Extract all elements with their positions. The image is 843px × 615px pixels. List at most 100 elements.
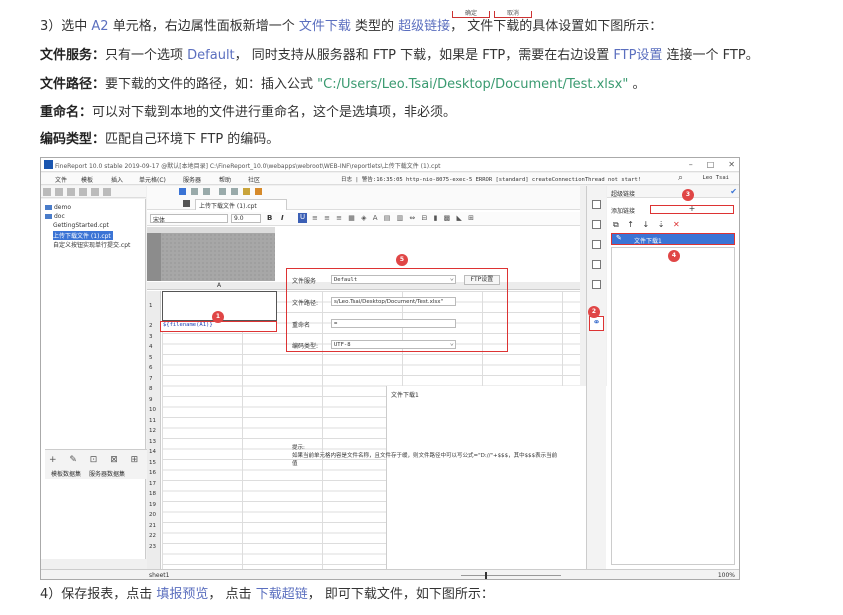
paragraph-file-service: 文件服务：只有一个选项 Default， 同时支持从服务器和 FTP 下载，如果… (40, 48, 759, 63)
maximize-icon[interactable]: □ (707, 160, 715, 169)
format-tools-icon[interactable]: ≡ ≡ ≡ ▦ ◈ A ▤ ▥ ⇔ ⊟ ▮ ▩ ◣ ⊞ (312, 214, 476, 222)
tree-item-doc[interactable]: doc (45, 213, 65, 220)
menu-template[interactable]: 模板 (81, 175, 93, 184)
refresh-icon[interactable] (55, 188, 63, 196)
row-number[interactable]: 14 (149, 449, 156, 455)
new-folder-icon[interactable] (43, 188, 51, 196)
menu-help[interactable]: 帮助 (219, 175, 231, 184)
widget-icon[interactable] (592, 240, 601, 249)
menu-file[interactable]: 文件 (55, 175, 67, 184)
menu-community[interactable]: 社区 (248, 175, 260, 184)
ftp-settings-link[interactable]: FTP设置 (613, 48, 662, 63)
hyperlink-link[interactable]: 超级链接 (398, 19, 450, 34)
link-actions-icon[interactable]: ⧉ ↑ ↓ ⇣ ✕ (613, 220, 683, 230)
redo-icon[interactable] (203, 188, 210, 195)
row-number[interactable]: 23 (149, 544, 156, 550)
tree-item-gettingstarted[interactable]: GettingStarted.cpt (53, 222, 109, 229)
paragraph-file-path: 文件路径：要下载的文件的路径，如：插入公式 "C:/Users/Leo.Tsai… (40, 77, 646, 92)
menu-cell[interactable]: 单元格(C) (139, 175, 166, 184)
delete-icon[interactable] (79, 188, 87, 196)
zoom-level: 100% (717, 572, 735, 579)
copy-icon[interactable] (231, 188, 238, 195)
open-icon[interactable] (67, 188, 75, 196)
cancel-button[interactable]: 取消 (494, 11, 533, 18)
bold-button[interactable]: B (267, 214, 272, 222)
row-number[interactable]: 20 (149, 512, 156, 518)
row-number[interactable]: 17 (149, 481, 156, 487)
font-size-select[interactable]: 9.0 (231, 214, 261, 223)
dataset-tools-icon[interactable]: + ✎ ⊡ ⊠ ⊞ (49, 455, 143, 465)
sheet-tab[interactable]: sheet1 (149, 572, 169, 579)
ftp-settings-button[interactable]: FTP设置 (464, 275, 500, 285)
delete-link-icon[interactable]: ✕ (673, 220, 683, 229)
row-number[interactable]: 1 (149, 303, 153, 309)
download-link[interactable]: 下载超链 (256, 587, 308, 602)
row-number[interactable]: 12 (149, 428, 156, 434)
row-number[interactable]: 16 (149, 470, 156, 476)
hyperlink-icon[interactable]: ⚭ (589, 316, 604, 331)
path-input[interactable]: s/Leo.Tsai/Desktop/Document/Test.xlsx" (331, 297, 456, 306)
lock-icon[interactable] (91, 188, 99, 196)
file-download-fields: 文件服务 Default FTP设置 文件路径: s/Leo.Tsai/Desk… (286, 268, 508, 352)
cell-style-icon[interactable] (592, 220, 601, 229)
row-number[interactable]: 19 (149, 502, 156, 508)
row-number[interactable]: 5 (149, 355, 153, 361)
add-link-button[interactable]: + (650, 205, 734, 214)
row-number[interactable]: 22 (149, 533, 156, 539)
row-number[interactable]: 8 (149, 386, 153, 392)
tree-item-upload-download[interactable]: 上传下载文件 (1).cpt (53, 231, 113, 240)
zoom-slider[interactable] (461, 575, 561, 576)
format-painter-icon[interactable] (255, 188, 262, 195)
tab-template[interactable]: 上传下载文件 (1).cpt (195, 199, 287, 210)
save-icon[interactable] (179, 188, 186, 195)
row-number[interactable]: 6 (149, 365, 153, 371)
link-item-file-download[interactable]: 文件下载1 (611, 233, 735, 245)
close-icon[interactable]: ✕ (728, 160, 735, 169)
tree-item-custom-button[interactable]: 自定义按钮实现单行提交.cpt (53, 240, 130, 249)
row-number[interactable]: 4 (149, 344, 153, 350)
condition-icon[interactable] (592, 260, 601, 269)
cut-icon[interactable] (219, 188, 226, 195)
font-select[interactable]: 宋体 (150, 214, 228, 224)
paragraph-encoding: 编码类型：匹配自己环境下 FTP 的编码。 (40, 132, 280, 147)
row-number[interactable]: 2 (149, 323, 153, 329)
editor-toolbar: 上传下载文件 (1).cpt (147, 186, 580, 210)
service-select[interactable]: Default (331, 274, 456, 284)
marker-badge-3: 3 (682, 189, 694, 201)
row-number[interactable]: 15 (149, 460, 156, 466)
ok-button[interactable]: 确定 (452, 11, 491, 18)
search-tree-icon[interactable] (103, 188, 111, 196)
paste-icon[interactable] (243, 188, 250, 195)
menu-server[interactable]: 服务器 (183, 175, 201, 184)
template-grid-icon[interactable] (183, 200, 190, 207)
apply-icon[interactable]: ✔ (730, 187, 737, 196)
add-link-label: 添加链接 (611, 208, 636, 215)
row-number[interactable]: 3 (149, 334, 153, 340)
row-number[interactable]: 9 (149, 397, 153, 403)
service-label: 文件服务 (292, 278, 317, 285)
undo-icon[interactable] (191, 188, 198, 195)
tree-item-demo[interactable]: demo (45, 204, 71, 211)
row-number[interactable]: 7 (149, 376, 153, 382)
row-number[interactable]: 13 (149, 439, 156, 445)
minimize-icon[interactable]: – (689, 160, 693, 169)
pane-title: 文件下载1 (391, 392, 419, 399)
search-icon[interactable]: ⌕ (678, 173, 683, 183)
row-number[interactable]: 10 (149, 407, 156, 413)
zoom-knob[interactable] (485, 572, 487, 579)
menu-insert[interactable]: 插入 (111, 175, 123, 184)
tab-server-dataset[interactable]: 服务器数据集 (89, 471, 125, 478)
underline-button[interactable]: U (298, 213, 307, 223)
row-number[interactable]: 18 (149, 491, 156, 497)
tab-template-dataset[interactable]: 模板数据集 (51, 471, 81, 478)
user-name[interactable]: Leo Tsai (703, 175, 730, 181)
row-number[interactable]: 11 (149, 418, 156, 424)
fill-preview-link[interactable]: 填报预览 (156, 587, 208, 602)
italic-button[interactable]: I (281, 214, 284, 222)
row-number[interactable]: 21 (149, 523, 156, 529)
cell-attr-icon[interactable] (592, 200, 601, 209)
window-controls: – □ ✕ (675, 160, 735, 169)
element-icon[interactable] (592, 280, 601, 289)
rename-input[interactable]: = (331, 319, 456, 328)
encoding-select[interactable]: UTF-8 (331, 339, 456, 349)
